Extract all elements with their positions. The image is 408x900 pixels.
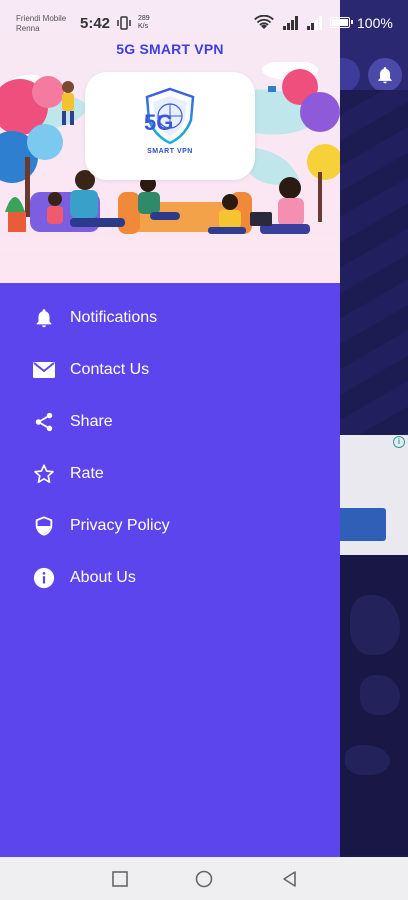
bell-icon xyxy=(32,306,56,330)
status-clock: 5:42 xyxy=(80,15,111,32)
menu-item-privacy-policy[interactable]: Privacy Policy xyxy=(0,500,340,552)
menu-item-rate[interactable]: Rate xyxy=(0,448,340,500)
menu-item-share[interactable]: Share xyxy=(0,396,340,448)
app-logo: 5G SMART VPN xyxy=(85,72,255,180)
signal-icon xyxy=(282,15,300,36)
triangle-back-icon xyxy=(283,871,296,887)
home-button[interactable] xyxy=(194,869,214,889)
recents-button[interactable] xyxy=(110,869,130,889)
background-dark-panel xyxy=(340,90,408,435)
menu-item-contact-us[interactable]: Contact Us xyxy=(0,344,340,396)
shield-icon xyxy=(32,514,56,538)
background-bell-button xyxy=(368,58,402,92)
system-navigation-bar xyxy=(0,857,408,900)
share-icon xyxy=(32,410,56,434)
carrier-line-2: Renna xyxy=(16,24,40,33)
vpn-shield-logo-icon: 5G xyxy=(144,87,195,145)
net-speed-value: 289 xyxy=(138,15,150,22)
info-icon xyxy=(32,566,56,590)
menu-item-label: Privacy Policy xyxy=(70,517,170,534)
menu-item-notifications[interactable]: Notifications xyxy=(0,292,340,344)
navigation-drawer: 5G SMART VPN 5G SMART VPN Notifications … xyxy=(0,0,340,857)
back-button[interactable] xyxy=(280,869,300,889)
background-world-map xyxy=(340,555,408,855)
logo-text: SMART VPN xyxy=(147,148,193,155)
background-ad-button xyxy=(340,508,386,541)
circle-icon xyxy=(195,870,213,888)
menu-item-about-us[interactable]: About Us xyxy=(0,552,340,604)
battery-icon xyxy=(330,17,353,28)
square-icon xyxy=(112,871,128,887)
menu-item-label: Rate xyxy=(70,465,104,482)
menu-item-label: About Us xyxy=(70,569,136,586)
menu-item-label: Notifications xyxy=(70,309,158,326)
net-speed: 289 K/s xyxy=(138,15,150,31)
star-icon xyxy=(32,462,56,486)
mail-icon xyxy=(32,358,56,382)
net-speed-unit: K/s xyxy=(138,23,149,30)
battery-percent: 100% xyxy=(357,15,393,31)
menu-item-label: Contact Us xyxy=(70,361,150,378)
ad-info-icon: i xyxy=(393,436,405,448)
status-bar: Friendi Mobile Renna 5:42 289 K/s 100% xyxy=(0,0,408,44)
svg-text:5G: 5G xyxy=(144,110,173,135)
carrier-line-1: Friendi Mobile xyxy=(16,14,67,23)
bell-icon xyxy=(378,67,392,84)
wifi-icon xyxy=(254,14,274,36)
vibrate-icon xyxy=(116,16,132,33)
signal-icon-2 xyxy=(306,15,324,36)
menu-item-label: Share xyxy=(70,413,113,430)
carrier-name: Friendi Mobile Renna xyxy=(16,14,66,34)
